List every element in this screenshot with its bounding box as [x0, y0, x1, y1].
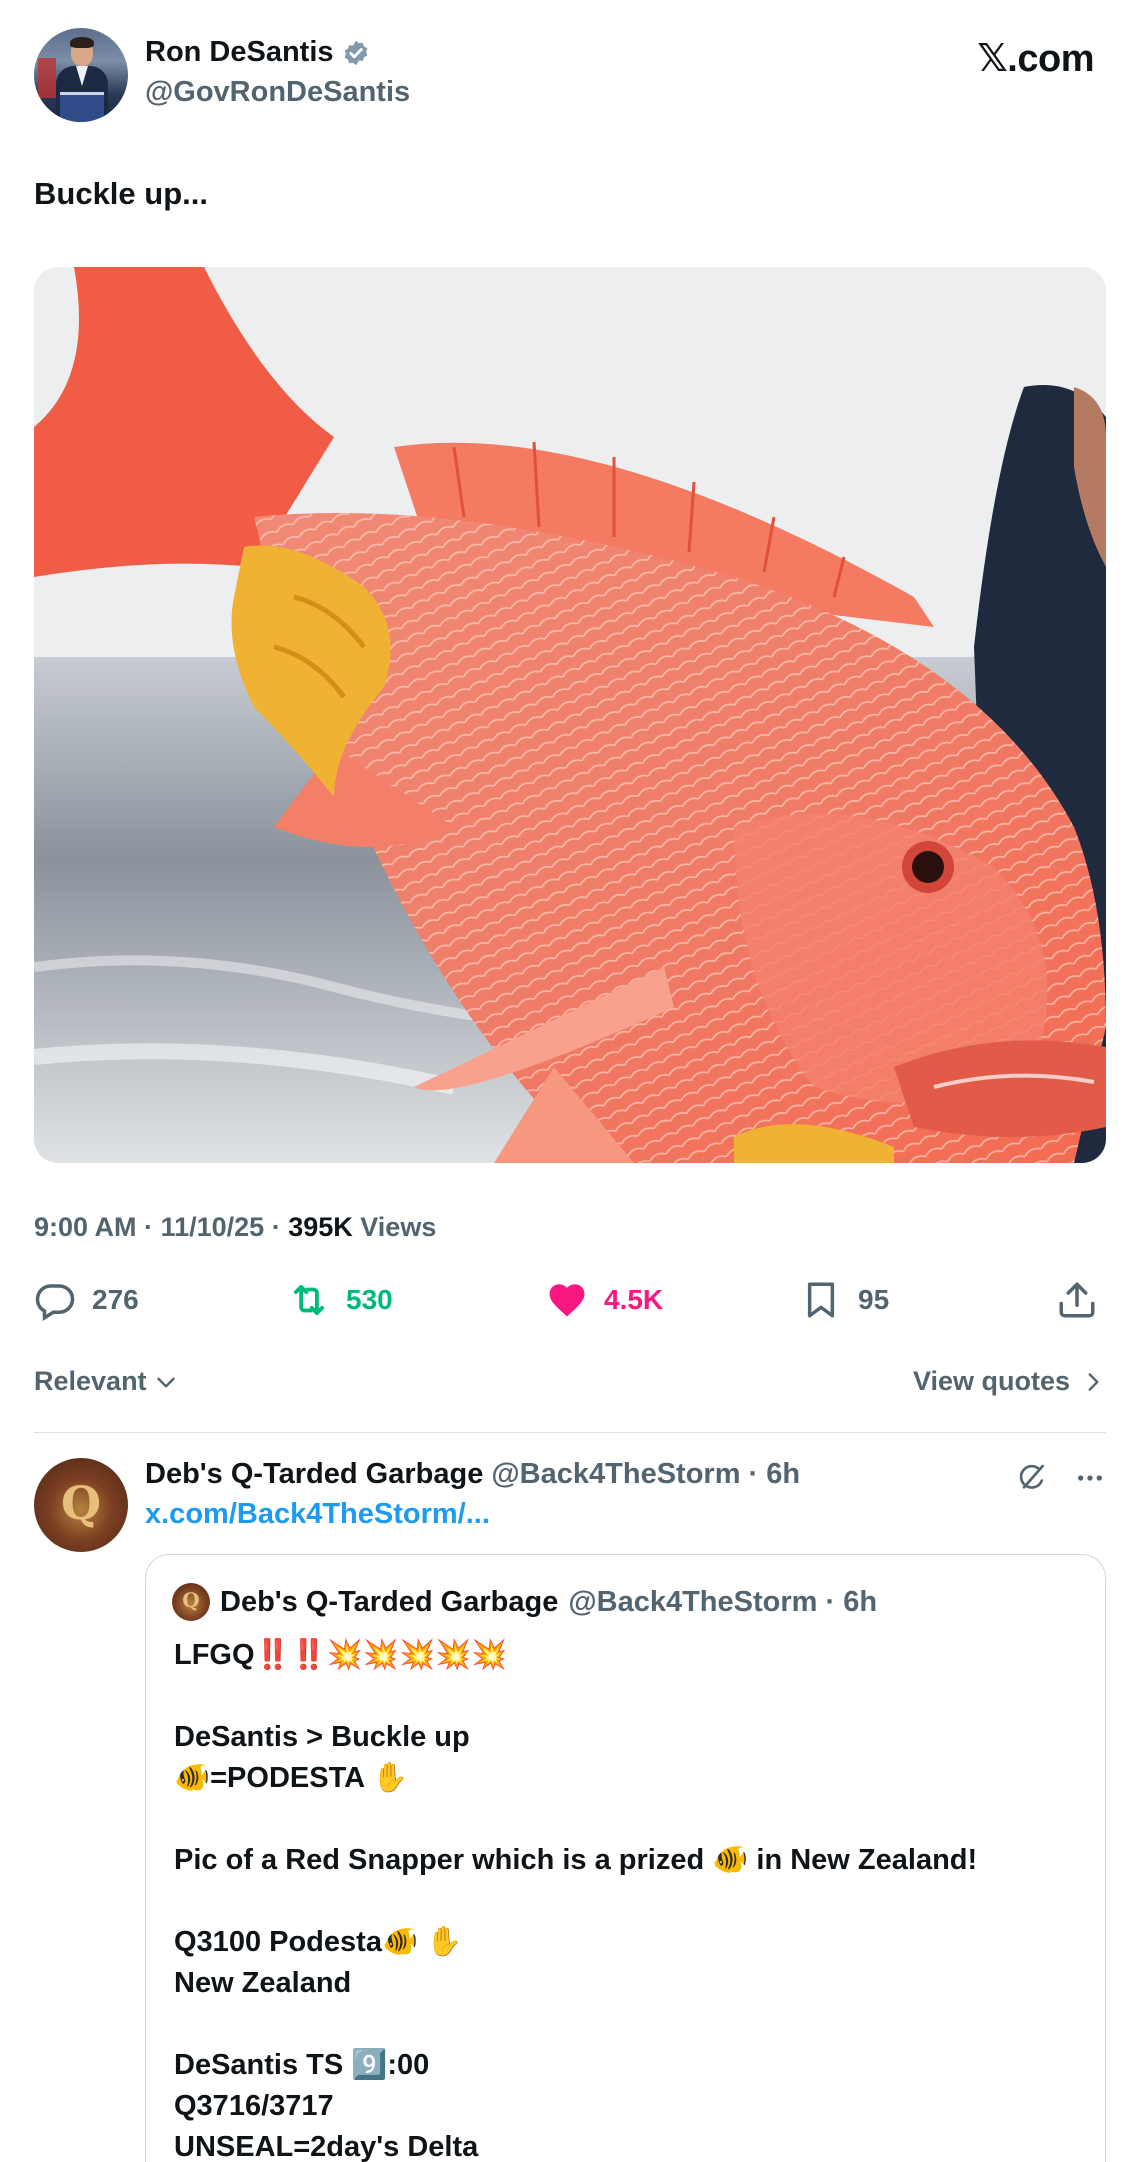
- quote-line: New Zealand: [174, 1967, 352, 1999]
- repost-count: 530: [346, 1284, 393, 1315]
- tweet-actions: 276 530 4.5K 95: [34, 1272, 1106, 1328]
- author-avatar[interactable]: [34, 28, 128, 122]
- author-display-name[interactable]: Ron DeSantis: [145, 36, 334, 69]
- quote-line: [174, 1881, 1074, 1922]
- tweet-header: Ron DeSantis @GovRonDeSantis 𝕏.com: [34, 28, 1114, 124]
- share-icon: [1059, 1282, 1095, 1318]
- quote-line: LFGQ‼️‼️💥💥💥💥💥: [174, 1639, 508, 1671]
- quote-line: DeSantis TS 9️⃣:00: [174, 2049, 430, 2081]
- quote-line: 🐠=PODESTA ✋: [174, 1762, 409, 1794]
- view-quotes-label: View quotes: [912, 1366, 1070, 1396]
- meta-separator: ·: [271, 1212, 281, 1242]
- brand-label: 𝕏.com: [977, 38, 1094, 80]
- reply-link[interactable]: x.com/Back4TheStorm/...: [145, 1498, 490, 1531]
- bookmark-count: 95: [858, 1284, 890, 1315]
- views-count: 395K: [288, 1212, 353, 1242]
- quote-line: DeSantis > Buckle up: [174, 1721, 470, 1753]
- reply-icon: [35, 1284, 75, 1321]
- quote-line: [174, 1799, 1074, 1840]
- sort-dropdown[interactable]: Relevant: [34, 1366, 179, 1397]
- reply-header: Deb's Q-Tarded Garbage @Back4TheStorm · …: [145, 1458, 800, 1491]
- tweet-text: Buckle up...: [34, 176, 208, 211]
- repost-icon: [293, 1284, 325, 1316]
- chevron-down-icon: [156, 1377, 175, 1388]
- more-options-icon[interactable]: [1074, 1462, 1106, 1494]
- tweet-media-image[interactable]: [34, 267, 1106, 1163]
- heart-icon: [549, 1284, 585, 1317]
- quote-line: Q3100 Podesta🐠 ✋: [174, 1926, 463, 1958]
- view-quotes-link[interactable]: View quotes: [913, 1366, 1106, 1397]
- reply-header-actions: [1016, 1462, 1106, 1494]
- reply-handle[interactable]: @Back4TheStorm: [491, 1458, 740, 1490]
- tweet-meta: 9:00 AM · 11/10/25 · 395K Views: [34, 1212, 436, 1243]
- reply-author-avatar[interactable]: Q: [34, 1458, 128, 1552]
- quote-line: Pic of a Red Snapper which is a prized 🐠…: [174, 1844, 978, 1876]
- bookmark-button[interactable]: 95: [800, 1272, 889, 1328]
- meta-separator: ·: [144, 1212, 154, 1242]
- quote-line: Q3716/3717: [174, 2090, 334, 2122]
- tweet-date[interactable]: 11/10/25: [161, 1212, 265, 1242]
- quoted-author-avatar: [172, 1583, 210, 1621]
- like-count: 4.5K: [604, 1284, 664, 1315]
- quote-line: [174, 1676, 1074, 1717]
- share-button[interactable]: [1056, 1272, 1098, 1328]
- verified-badge-icon: [342, 39, 370, 67]
- grok-icon[interactable]: [1016, 1462, 1048, 1494]
- author-name-row: Ron DeSantis: [145, 36, 370, 69]
- quoted-tweet-text: LFGQ‼️‼️💥💥💥💥💥 DeSantis > Buckle up 🐠=POD…: [174, 1635, 1074, 2162]
- quoted-time: 6h: [843, 1585, 878, 1618]
- reply-separator: ·: [740, 1458, 767, 1490]
- quoted-display-name: Deb's Q-Tarded Garbage: [220, 1585, 559, 1618]
- reply-count: 276: [92, 1284, 139, 1315]
- quoted-tweet-header: Deb's Q-Tarded Garbage @Back4TheStorm · …: [172, 1583, 877, 1621]
- reply-display-name[interactable]: Deb's Q-Tarded Garbage: [145, 1458, 483, 1490]
- divider: [34, 1432, 1106, 1433]
- tweet-time[interactable]: 9:00 AM: [34, 1212, 137, 1242]
- chevron-right-icon: [1088, 1372, 1099, 1391]
- views-label: Views: [360, 1212, 437, 1242]
- quoted-separator: ·: [817, 1585, 844, 1618]
- quoted-handle: @Back4TheStorm: [568, 1585, 818, 1618]
- x-logo: 𝕏.com: [977, 36, 1094, 81]
- sort-label: Relevant: [34, 1366, 147, 1396]
- quoted-tweet-card[interactable]: Deb's Q-Tarded Garbage @Back4TheStorm · …: [145, 1554, 1106, 2162]
- quote-line: [174, 2004, 1074, 2045]
- reply-time[interactable]: 6h: [766, 1458, 800, 1490]
- bookmark-icon: [807, 1282, 835, 1318]
- like-button[interactable]: 4.5K: [546, 1272, 663, 1328]
- repost-button[interactable]: 530: [288, 1272, 393, 1328]
- red-snapper-photo: [34, 267, 1106, 1163]
- quote-line: UNSEAL=2day's Delta: [174, 2131, 479, 2162]
- replies-sort-bar: Relevant View quotes: [34, 1366, 1106, 1406]
- author-handle[interactable]: @GovRonDeSantis: [145, 76, 410, 109]
- reply-button[interactable]: 276: [34, 1272, 139, 1328]
